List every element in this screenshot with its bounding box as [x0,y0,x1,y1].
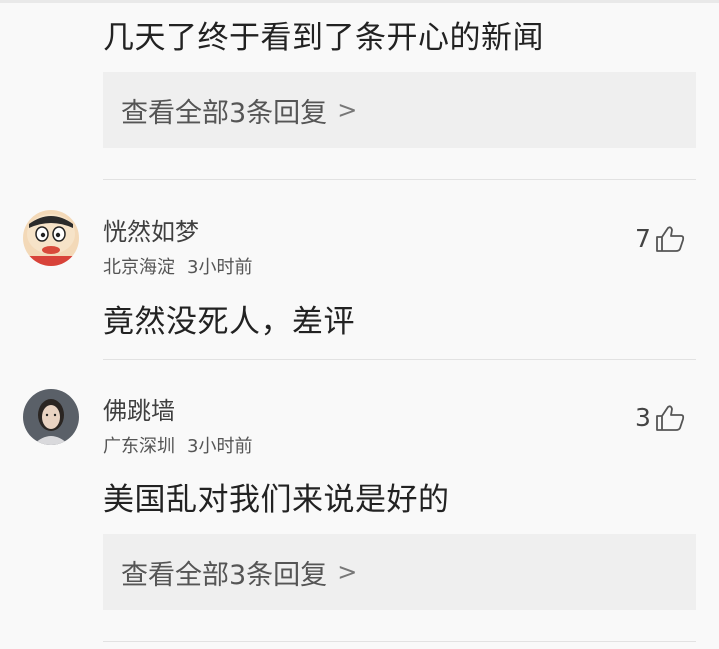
top-divider [0,0,719,3]
comment-text: 几天了终于看到了条开心的新闻 [103,20,544,56]
timestamp: 3小时前 [187,436,253,457]
view-replies-label: 查看全部3条回复 [121,97,328,129]
comment-divider [103,359,696,360]
view-replies-button[interactable]: 查看全部3条回复 > [103,534,696,610]
view-replies-button[interactable]: 查看全部3条回复 > [103,72,696,148]
like-button[interactable]: 3 [635,403,685,432]
like-count: 3 [635,403,651,432]
cartoon-avatar-icon [23,210,79,266]
comment-text: 竟然没死人，差评 [103,304,355,340]
avatar[interactable] [23,389,79,445]
thumbs-up-icon [656,404,685,431]
username[interactable]: 恍然如梦 [103,212,199,247]
view-replies-label: 查看全部3条回复 [121,559,328,591]
comment-divider [103,641,696,642]
chevron-right-icon: > [337,558,358,586]
thumbs-up-icon [656,225,685,252]
like-count: 7 [635,224,651,253]
location: 广东深圳 [103,436,175,457]
avatar[interactable] [23,210,79,266]
comment-meta: 北京海淀 3小时前 [103,253,252,279]
photo-avatar-icon [23,389,79,445]
comment-divider [103,179,696,180]
like-button[interactable]: 7 [635,224,685,253]
location: 北京海淀 [103,257,175,278]
comment-meta: 广东深圳 3小时前 [103,432,252,458]
username[interactable]: 佛跳墙 [103,391,175,426]
chevron-right-icon: > [337,96,358,124]
timestamp: 3小时前 [187,257,253,278]
comment-text: 美国乱对我们来说是好的 [103,482,450,518]
